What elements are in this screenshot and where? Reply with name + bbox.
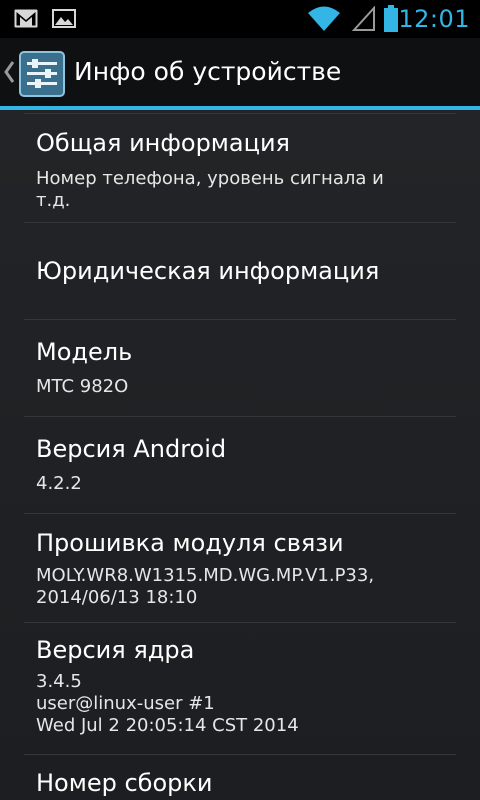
list-item-model[interactable]: Модель MTC 982O (0, 320, 480, 416)
status-time: 12:01 (398, 5, 470, 33)
status-bar: 12:01 (0, 0, 480, 38)
list-item-legal-info[interactable]: Юридическая информация (0, 223, 480, 319)
list-item-summary: Номер телефона, уровень сигнала и т.д. (36, 168, 384, 211)
list-item-title: Модель (36, 338, 133, 366)
list-item-title: Прошивка модуля связи (36, 529, 344, 557)
up-navigation-button[interactable]: Инфо об устройстве (0, 38, 342, 106)
list-item-summary: 3.4.5 user@linux-user #1 Wed Jul 2 20:05… (36, 671, 299, 736)
list-item-title: Юридическая информация (36, 257, 380, 285)
list-item-summary: MTC 982O (36, 376, 129, 397)
list-item-title: Номер сборки (36, 769, 213, 797)
action-bar: Инфо об устройстве (0, 38, 480, 106)
gallery-icon (52, 9, 76, 28)
list-item-title: Общая информация (36, 129, 290, 157)
signal-icon (352, 6, 375, 31)
wifi-icon (308, 6, 340, 31)
page-title: Инфо об устройстве (74, 57, 342, 86)
battery-icon (384, 5, 398, 32)
list-item-summary: MOLY.WR8.W1315.MD.WG.MP.V1.P33, 2014/06/… (36, 565, 375, 608)
chevron-left-icon (4, 61, 15, 83)
list-item-general-info[interactable]: Общая информация Номер телефона, уровень… (0, 114, 480, 222)
settings-icon (19, 51, 65, 97)
list-item-android-version[interactable]: Версия Android 4.2.2 (0, 417, 480, 513)
list-item-baseband-version[interactable]: Прошивка модуля связи MOLY.WR8.W1315.MD.… (0, 514, 480, 622)
list-item-build-number[interactable]: Номер сборки (0, 755, 480, 800)
settings-list: Общая информация Номер телефона, уровень… (0, 110, 480, 800)
list-item-title: Версия ядра (36, 636, 195, 664)
gmail-icon (14, 9, 38, 28)
list-item-title: Версия Android (36, 435, 227, 463)
list-item-kernel-version[interactable]: Версия ядра 3.4.5 user@linux-user #1 Wed… (0, 623, 480, 753)
list-item-summary: 4.2.2 (36, 473, 82, 494)
